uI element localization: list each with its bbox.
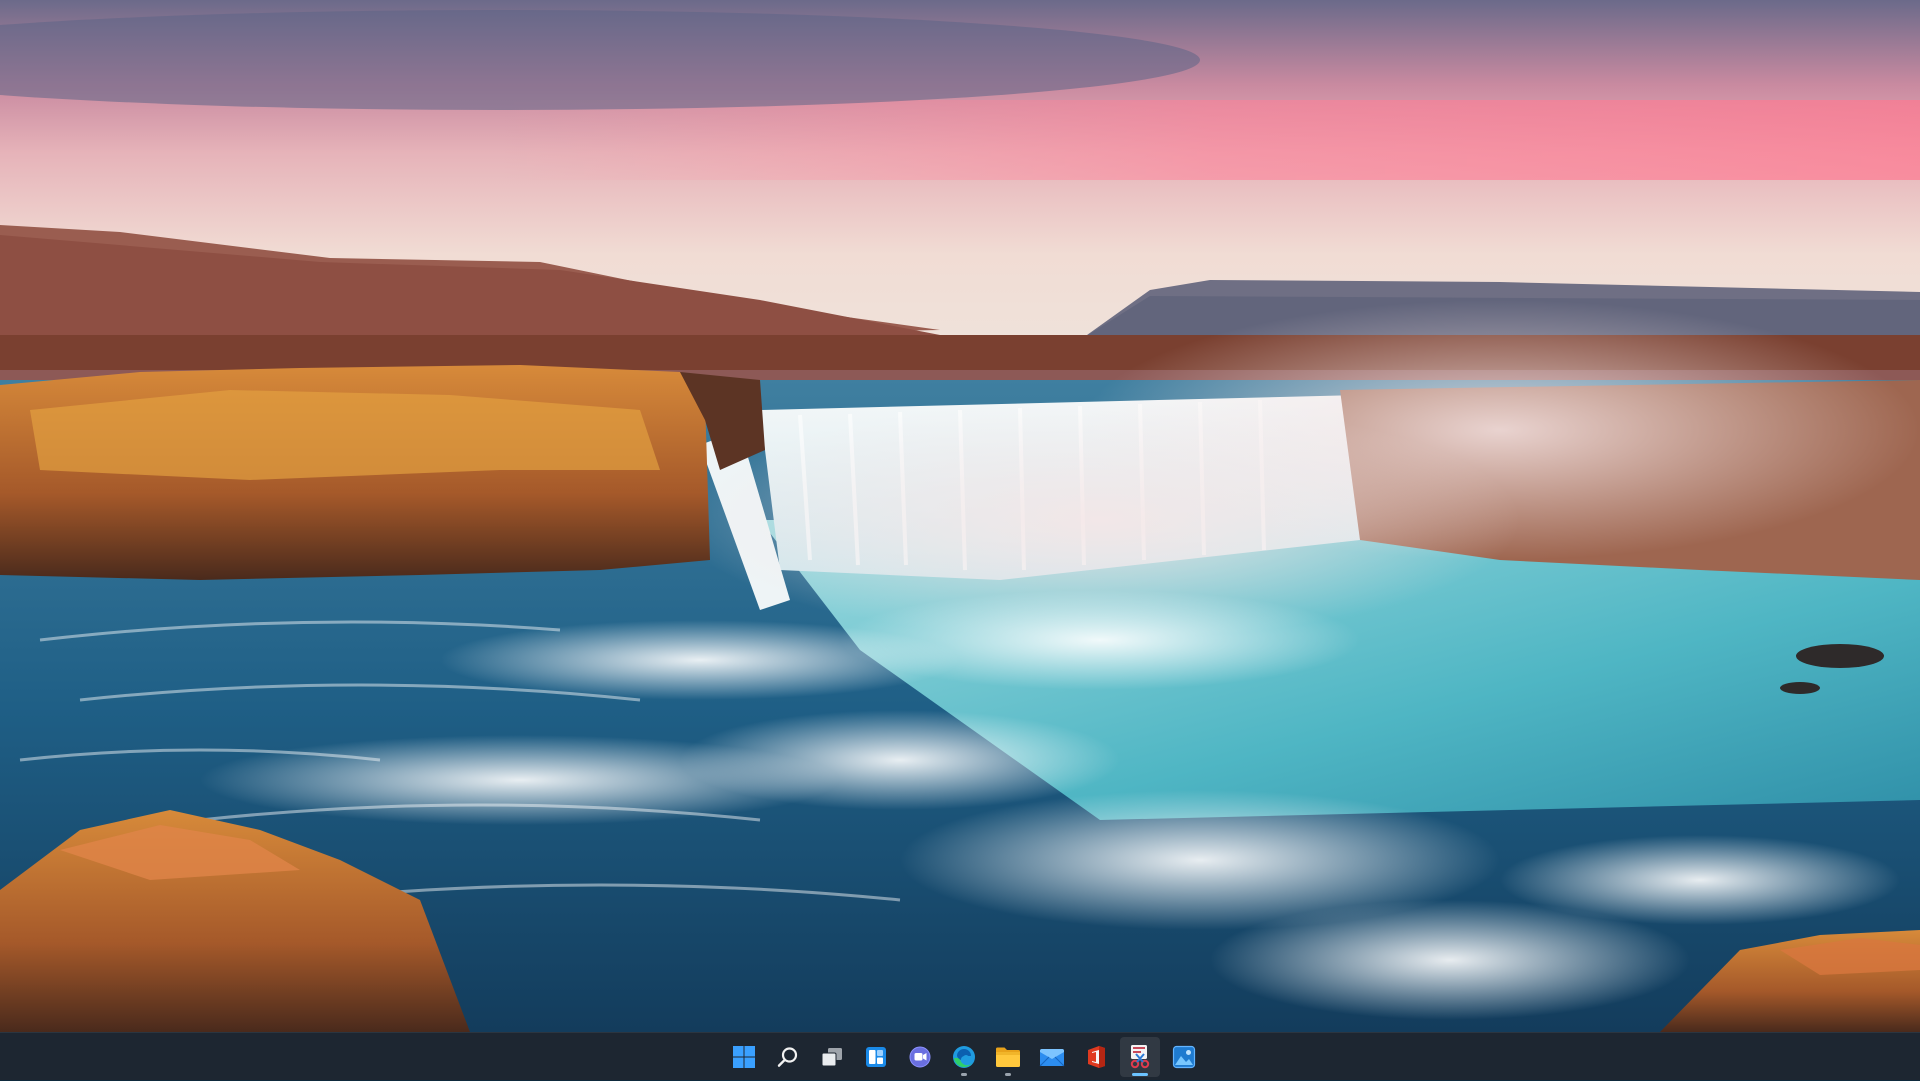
photos-button[interactable] bbox=[1164, 1037, 1204, 1077]
running-indicator bbox=[1005, 1073, 1011, 1076]
start-button[interactable] bbox=[724, 1037, 764, 1077]
photos-icon bbox=[1172, 1045, 1196, 1069]
folder-icon bbox=[996, 1047, 1020, 1067]
taskbar bbox=[0, 1032, 1920, 1080]
teams-chat-button[interactable] bbox=[900, 1037, 940, 1077]
snipping-tool-button[interactable] bbox=[1120, 1037, 1160, 1077]
widgets-icon bbox=[866, 1047, 886, 1067]
widgets-button[interactable] bbox=[856, 1037, 896, 1077]
teams-chat-icon bbox=[909, 1046, 931, 1068]
search-button[interactable] bbox=[768, 1037, 808, 1077]
task-view-button[interactable] bbox=[812, 1037, 852, 1077]
file-explorer-button[interactable] bbox=[988, 1037, 1028, 1077]
desktop-wallpaper bbox=[0, 0, 1920, 1032]
search-icon bbox=[777, 1047, 798, 1067]
running-indicator bbox=[961, 1073, 967, 1076]
office-icon bbox=[1088, 1046, 1105, 1068]
edge-icon bbox=[953, 1046, 975, 1068]
windows-logo-icon bbox=[733, 1046, 755, 1068]
edge-button[interactable] bbox=[944, 1037, 984, 1077]
task-view-icon bbox=[821, 1048, 842, 1067]
mail-button[interactable] bbox=[1032, 1037, 1072, 1077]
taskbar-pinned-apps bbox=[722, 1033, 1206, 1081]
active-indicator bbox=[1132, 1073, 1148, 1076]
wallpaper-waterfall-image bbox=[0, 0, 1920, 1032]
office-button[interactable] bbox=[1076, 1037, 1116, 1077]
mail-icon bbox=[1039, 1049, 1065, 1067]
snipping-tool-icon bbox=[1130, 1045, 1150, 1069]
